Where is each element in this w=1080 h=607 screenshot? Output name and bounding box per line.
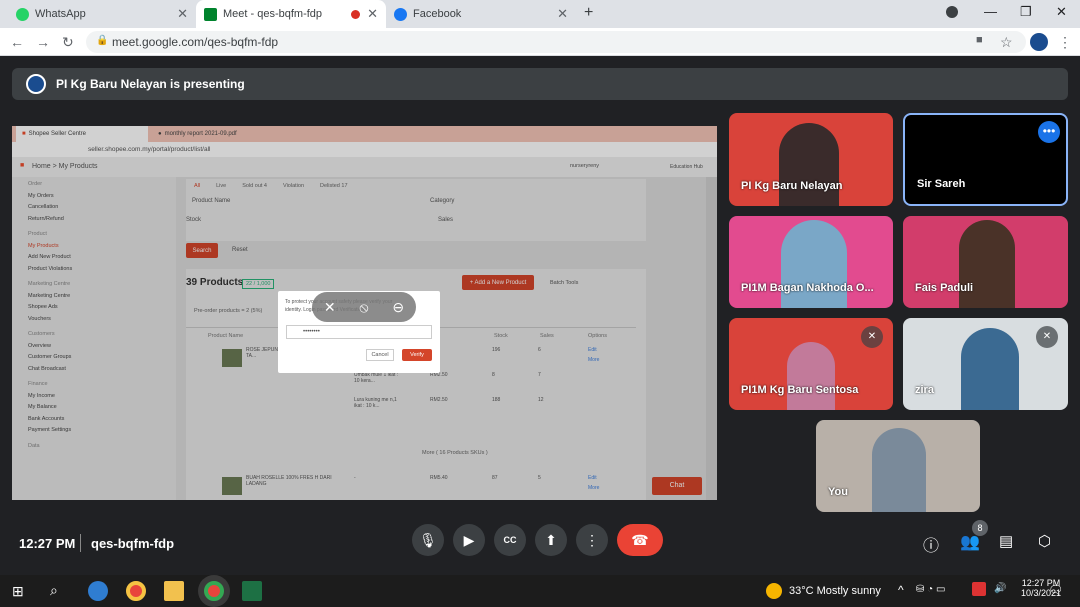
notifications-icon[interactable]: 🗨 xyxy=(1048,583,1063,597)
url-field[interactable]: 🔒 meet.google.com/qes-bqfm-fdp xyxy=(86,31,1026,53)
meeting-details-icon[interactable]: ⓘ xyxy=(923,532,939,556)
lock-icon: 🔒 xyxy=(96,35,109,46)
close-icon[interactable]: ✕ xyxy=(367,6,378,22)
recording-icon xyxy=(351,9,360,19)
participant-name: zira xyxy=(915,384,934,396)
verify-button: Verify xyxy=(402,349,432,361)
self-view-tile[interactable]: You xyxy=(816,420,980,512)
bookmark-star-icon[interactable]: ☆ xyxy=(1000,34,1013,51)
participant-video xyxy=(779,123,839,206)
forward-icon[interactable]: → xyxy=(36,34,50,50)
whatsapp-icon xyxy=(16,7,29,21)
facebook-icon xyxy=(394,7,407,21)
close-icon[interactable]: ✕ xyxy=(557,6,568,22)
file-explorer-icon[interactable] xyxy=(164,581,184,601)
leave-call-button[interactable]: ☎ xyxy=(617,524,663,556)
unpin-icon: ✕ xyxy=(323,298,336,315)
participant-tile[interactable]: ✕ PI1M Kg Baru Sentosa xyxy=(729,318,893,410)
participant-tile[interactable]: ••• Sir Sareh xyxy=(903,113,1068,206)
presenting-banner: PI Kg Baru Nelayan is presenting xyxy=(12,68,1068,100)
password-field: •••••••• xyxy=(286,325,432,339)
participant-tile[interactable]: PI1M Bagan Nakhoda O... xyxy=(729,216,893,308)
antivirus-icon[interactable] xyxy=(972,582,986,596)
close-window-button[interactable]: ✕ xyxy=(1056,4,1067,20)
weather-text[interactable]: 33°C Mostly sunny xyxy=(789,585,881,597)
microphone-icon: 🎙 xyxy=(419,532,437,548)
menu-icon[interactable]: ⋮ xyxy=(1058,34,1072,51)
activities-icon[interactable]: ⬡ xyxy=(1038,532,1051,550)
profile-avatar[interactable] xyxy=(1030,33,1048,51)
tab-facebook[interactable]: Facebook ✕ xyxy=(386,0,576,28)
hang-up-icon: ☎ xyxy=(631,532,649,548)
captions-button[interactable]: CC xyxy=(494,524,526,556)
profile-menu-icon[interactable] xyxy=(946,6,958,18)
people-count-badge: 8 xyxy=(972,520,988,536)
microphone-off-icon: ✕ xyxy=(1036,326,1058,348)
close-icon[interactable]: ✕ xyxy=(177,6,188,22)
participant-tile[interactable]: PI Kg Baru Nelayan xyxy=(729,113,893,206)
new-tab-button[interactable]: + xyxy=(584,4,593,22)
participant-name: You xyxy=(828,486,848,498)
participant-video xyxy=(872,428,926,512)
more-vert-icon: ⋮ xyxy=(585,532,599,548)
edge-icon[interactable] xyxy=(88,581,108,601)
cancel-button: Cancel xyxy=(366,349,394,361)
meeting-code: qes-bqfm-fdp xyxy=(91,536,175,551)
meet-stage: PI Kg Baru Nelayan is presenting ■ Shopee… xyxy=(0,56,1080,575)
captions-icon: CC xyxy=(503,535,517,545)
url-text: meet.google.com/qes-bqfm-fdp xyxy=(112,35,279,49)
participant-video xyxy=(787,342,835,410)
system-tray-icons[interactable]: ⛁ ◔ ▭ xyxy=(916,584,945,595)
presenting-text: PI Kg Baru Nelayan is presenting xyxy=(56,77,245,91)
present-screen-icon: ⬆ xyxy=(545,532,557,548)
browser-tab-strip: WhatsApp ✕ Meet - qes-bqfm-fdp ✕ Faceboo… xyxy=(0,0,1080,28)
tab-meet[interactable]: Meet - qes-bqfm-fdp ✕ xyxy=(196,0,386,28)
windows-taskbar: ⊞ ⌕ 33°C Mostly sunny ^ ⛁ ◔ ▭ 🔊 12:27 PM… xyxy=(0,575,1080,607)
minimize-button[interactable]: — xyxy=(984,4,997,19)
microphone-button[interactable]: 🎙 xyxy=(412,524,444,556)
mute-icon: ⦸ xyxy=(359,298,369,315)
search-icon[interactable]: ⌕ xyxy=(50,582,58,599)
microphone-off-icon: ✕ xyxy=(861,326,883,348)
tab-title: WhatsApp xyxy=(35,8,86,20)
meeting-time: 12:27 PM xyxy=(19,536,76,551)
participant-tile[interactable]: ✕ zira xyxy=(903,318,1068,410)
excel-icon[interactable] xyxy=(242,581,262,601)
presenter-avatar xyxy=(26,74,46,94)
chrome-icon[interactable] xyxy=(126,581,146,601)
chevron-up-icon[interactable]: ^ xyxy=(898,583,904,597)
remove-icon: ⊖ xyxy=(392,298,405,315)
presenter-controls: ✕ ⦸ ⊖ xyxy=(312,292,416,322)
more-options-button[interactable]: ⋮ xyxy=(576,524,608,556)
participant-video xyxy=(781,220,847,308)
chrome-active-icon[interactable] xyxy=(204,581,224,601)
present-button[interactable]: ⬆ xyxy=(535,524,567,556)
weather-sun-icon xyxy=(766,583,782,599)
camera-icon: ▶ xyxy=(463,532,475,548)
tab-title: Meet - qes-bqfm-fdp xyxy=(223,8,323,20)
chat-icon[interactable]: ▤ xyxy=(999,532,1013,550)
more-options-icon[interactable]: ••• xyxy=(1038,121,1060,143)
windows-start-icon[interactable]: ⊞ xyxy=(12,583,24,600)
camera-icon[interactable]: ■ xyxy=(976,34,983,46)
participant-video xyxy=(961,328,1019,410)
tab-whatsapp[interactable]: WhatsApp ✕ xyxy=(8,0,196,28)
camera-button[interactable]: ▶ xyxy=(453,524,485,556)
shared-screen: ■ Shopee Seller Centre ● monthly report 20… xyxy=(12,126,717,500)
meet-icon xyxy=(204,7,217,21)
maximize-button[interactable]: ❐ xyxy=(1020,4,1032,20)
back-icon[interactable]: ← xyxy=(10,34,24,50)
reload-icon[interactable]: ↻ xyxy=(62,34,74,51)
participant-name: PI1M Kg Baru Sentosa xyxy=(741,384,859,396)
divider xyxy=(80,534,81,552)
volume-icon[interactable]: 🔊 xyxy=(994,583,1006,594)
participant-name: PI Kg Baru Nelayan xyxy=(741,180,843,192)
participant-tile[interactable]: Fais Paduli xyxy=(903,216,1068,308)
participant-name: Sir Sareh xyxy=(917,178,966,190)
participant-name: Fais Paduli xyxy=(915,282,974,294)
address-bar: ← → ↻ 🔒 meet.google.com/qes-bqfm-fdp ■ ☆… xyxy=(0,28,1080,56)
tab-title: Facebook xyxy=(413,8,462,20)
participant-video xyxy=(959,220,1015,308)
participant-name: PI1M Bagan Nakhoda O... xyxy=(741,282,874,294)
